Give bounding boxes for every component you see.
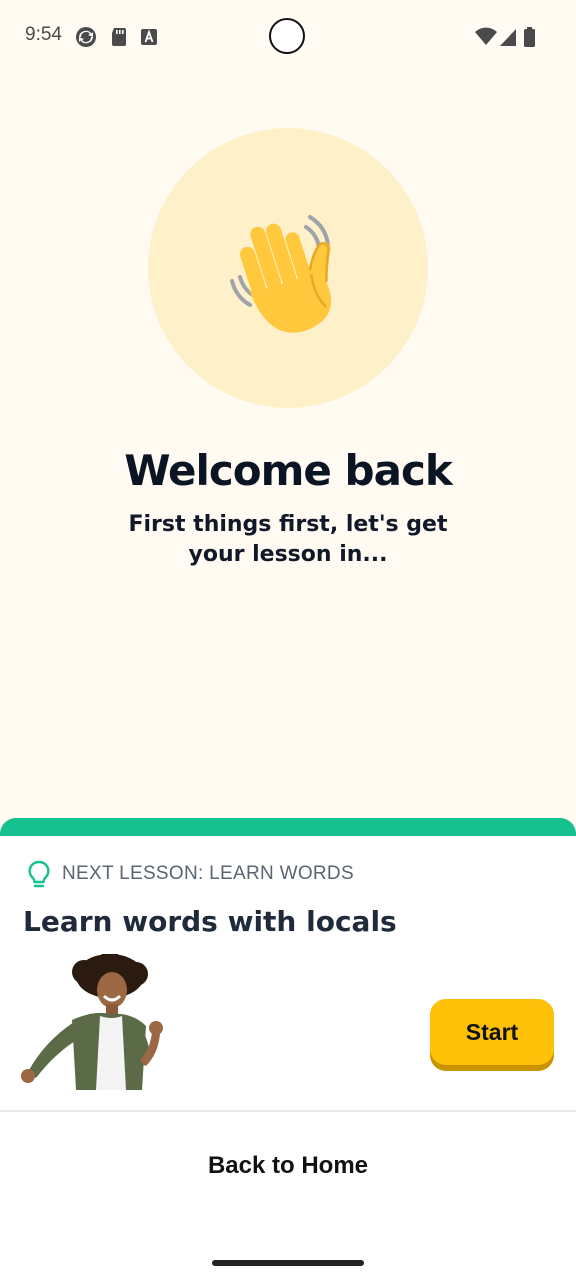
person-image (21, 954, 163, 1090)
next-lesson-label: NEXT LESSON: LEARN WORDS (62, 863, 354, 884)
battery-icon (524, 27, 535, 47)
divider (0, 1110, 576, 1112)
next-lesson-card: NEXT LESSON: LEARN WORDS Learn words wit… (0, 818, 576, 1280)
home-indicator[interactable] (212, 1260, 364, 1266)
cellular-signal-icon (500, 29, 516, 46)
start-button[interactable]: Start (430, 999, 554, 1065)
back-to-home-button[interactable]: Back to Home (0, 1152, 576, 1180)
waving-hand-icon (230, 215, 332, 333)
page-title: Welcome back (124, 446, 453, 495)
camera-cutout (269, 18, 305, 54)
lightbulb-icon (28, 860, 50, 888)
status-time: 9:54 (25, 24, 62, 45)
lesson-title: Learn words with locals (23, 905, 397, 938)
card-accent-bar (0, 818, 576, 836)
page-subtitle: First things first, let's get your lesso… (128, 512, 448, 567)
wifi-icon (475, 27, 497, 45)
status-bar: 9:54 (0, 0, 576, 74)
sd-card-icon (112, 28, 126, 46)
sync-icon (76, 27, 96, 47)
text-a-icon (141, 29, 157, 45)
